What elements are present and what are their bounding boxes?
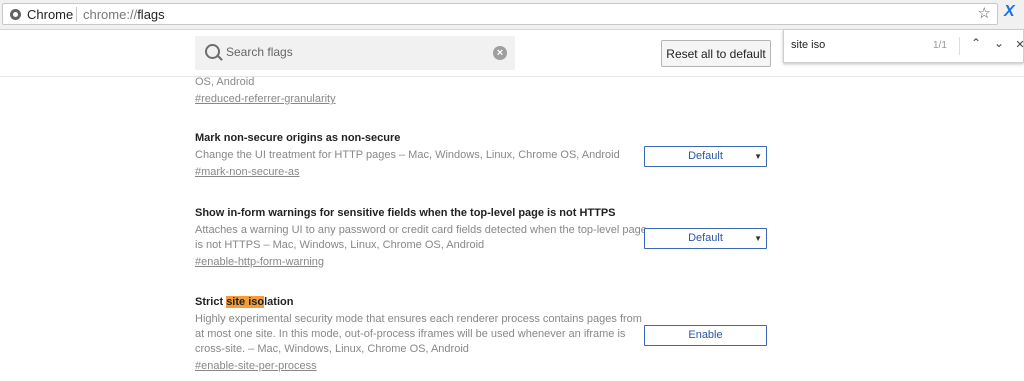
flag-state-select[interactable]: Default ▼ bbox=[644, 228, 767, 249]
find-previous-icon[interactable]: ⌃ bbox=[968, 36, 984, 50]
find-highlight: iso bbox=[248, 296, 265, 308]
flag-anchor-link[interactable]: #reduced-referrer-granularity bbox=[195, 93, 795, 105]
title-text: lation bbox=[264, 296, 294, 308]
search-box[interactable]: Search flags × bbox=[195, 36, 515, 70]
clear-search-icon[interactable]: × bbox=[493, 46, 507, 60]
flag-reduced-referrer-granularity: OS, Android #reduced-referrer-granularit… bbox=[195, 75, 795, 105]
search-input[interactable]: Search flags bbox=[226, 45, 293, 59]
find-match-count: 1/1 bbox=[933, 40, 947, 51]
url-scheme: chrome:// bbox=[83, 7, 138, 22]
address-text[interactable]: chrome://flags bbox=[83, 7, 165, 22]
select-value: Default bbox=[688, 232, 723, 244]
flag-anchor-link[interactable]: #enable-site-per-process bbox=[195, 360, 795, 372]
find-close-icon[interactable]: ✕ bbox=[1012, 38, 1024, 51]
flag-title: Strict site isolation bbox=[195, 296, 795, 308]
find-bar: site iso 1/1 ⌃ ⌄ ✕ bbox=[783, 30, 1024, 63]
find-next-icon[interactable]: ⌄ bbox=[991, 36, 1007, 50]
extension-icon[interactable]: X bbox=[1004, 3, 1015, 21]
reset-all-button[interactable]: Reset all to default bbox=[661, 40, 771, 67]
flag-state-select[interactable]: Enable bbox=[644, 325, 767, 346]
omnibox[interactable]: Chrome chrome://flags ☆ bbox=[2, 3, 998, 25]
flag-title: Mark non-secure origins as non-secure bbox=[195, 132, 401, 144]
dropdown-arrow-icon: ▼ bbox=[754, 152, 762, 161]
chrome-logo-icon bbox=[10, 9, 21, 20]
flag-anchor-link[interactable]: #mark-non-secure-as bbox=[195, 166, 795, 178]
site-chip-label: Chrome bbox=[27, 7, 74, 22]
search-icon bbox=[205, 44, 220, 59]
title-text: Strict bbox=[195, 296, 227, 308]
flag-description: OS, Android bbox=[195, 76, 255, 88]
omnibox-divider bbox=[76, 7, 77, 22]
find-highlight: site bbox=[226, 296, 246, 308]
url-host: flags bbox=[137, 7, 165, 22]
flag-title: Show in-form warnings for sensitive fiel… bbox=[195, 207, 616, 219]
flag-state-select[interactable]: Default ▼ bbox=[644, 146, 767, 167]
find-divider bbox=[959, 37, 960, 55]
find-input[interactable]: site iso bbox=[791, 39, 825, 51]
dropdown-arrow-icon: ▼ bbox=[754, 234, 762, 243]
bookmark-star-icon[interactable]: ☆ bbox=[978, 4, 991, 24]
flag-anchor-link[interactable]: #enable-http-form-warning bbox=[195, 256, 795, 268]
select-value: Enable bbox=[688, 329, 723, 341]
browser-toolbar: Chrome chrome://flags ☆ X bbox=[0, 0, 1024, 30]
select-value: Default bbox=[688, 150, 723, 162]
